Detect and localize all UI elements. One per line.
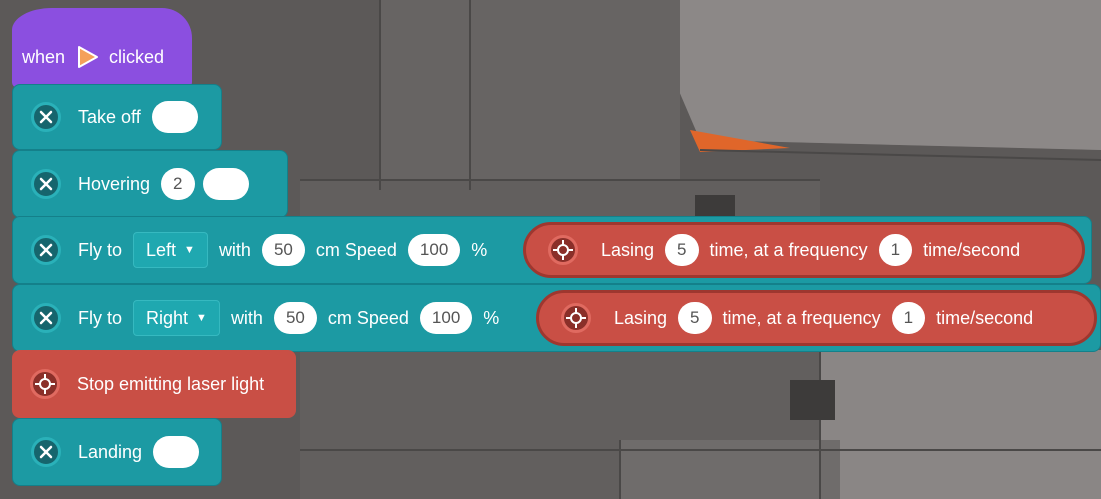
chevron-down-icon: ▼ xyxy=(184,244,195,256)
landing-label: Landing xyxy=(78,441,143,462)
distance-input[interactable]: 50 xyxy=(261,234,305,266)
fly-to-label: Fly to xyxy=(78,239,123,260)
direction-value: Left xyxy=(146,239,177,260)
landing-block[interactable]: Landing xyxy=(12,418,222,486)
with-label: with xyxy=(218,239,251,260)
stop-laser-label: Stop emitting laser light xyxy=(77,373,265,394)
frequency-label: time, at a frequency xyxy=(709,239,868,260)
drone-icon xyxy=(31,437,61,467)
lasing-reporter-right[interactable]: Lasing 5 time, at a frequency 1 time/sec… xyxy=(536,290,1097,346)
direction-dropdown[interactable]: Right ▼ xyxy=(133,300,220,336)
play-flag-icon xyxy=(72,42,102,72)
take-off-input[interactable] xyxy=(151,101,198,133)
crosshair-icon xyxy=(30,369,60,399)
drone-icon xyxy=(31,303,61,333)
drone-icon xyxy=(31,102,61,132)
lasing-label: Lasing xyxy=(601,239,655,260)
hovering-extra-input[interactable] xyxy=(202,168,249,200)
when-label: when xyxy=(22,46,66,67)
crosshair-icon xyxy=(561,303,591,333)
landing-input[interactable] xyxy=(153,436,200,468)
cm-speed-label: cm Speed xyxy=(315,239,397,260)
when-clicked-hat-block[interactable]: when clicked xyxy=(12,8,192,88)
percent-label: % xyxy=(471,239,488,260)
chevron-down-icon: ▼ xyxy=(196,312,207,324)
frequency-input[interactable]: 1 xyxy=(878,234,913,266)
lasing-label: Lasing xyxy=(614,307,668,328)
lasing-reporter-left[interactable]: Lasing 5 time, at a frequency 1 time/sec… xyxy=(523,222,1085,278)
distance-input[interactable]: 50 xyxy=(273,302,317,334)
direction-dropdown[interactable]: Left ▼ xyxy=(133,232,208,268)
unit-label: time/second xyxy=(923,239,1021,260)
fly-to-label: Fly to xyxy=(78,307,123,328)
hovering-seconds-input[interactable]: 2 xyxy=(161,168,195,200)
drone-icon xyxy=(31,169,61,199)
clicked-label: clicked xyxy=(109,46,165,67)
direction-value: Right xyxy=(146,307,189,328)
lasing-count-input[interactable]: 5 xyxy=(678,302,712,334)
with-label: with xyxy=(230,307,263,328)
percent-label: % xyxy=(483,307,500,328)
frequency-label: time, at a frequency xyxy=(722,307,881,328)
take-off-block[interactable]: Take off xyxy=(12,84,222,150)
hovering-label: Hovering xyxy=(78,173,151,194)
speed-input[interactable]: 100 xyxy=(407,234,461,266)
frequency-input[interactable]: 1 xyxy=(891,302,926,334)
speed-input[interactable]: 100 xyxy=(419,302,473,334)
drone-icon xyxy=(31,235,61,265)
crosshair-icon xyxy=(548,235,578,265)
stop-laser-block[interactable]: Stop emitting laser light xyxy=(12,350,296,418)
unit-label: time/second xyxy=(936,307,1034,328)
hovering-block[interactable]: Hovering 2 xyxy=(12,150,288,218)
take-off-label: Take off xyxy=(78,106,141,127)
cm-speed-label: cm Speed xyxy=(327,307,409,328)
lasing-count-input[interactable]: 5 xyxy=(665,234,699,266)
